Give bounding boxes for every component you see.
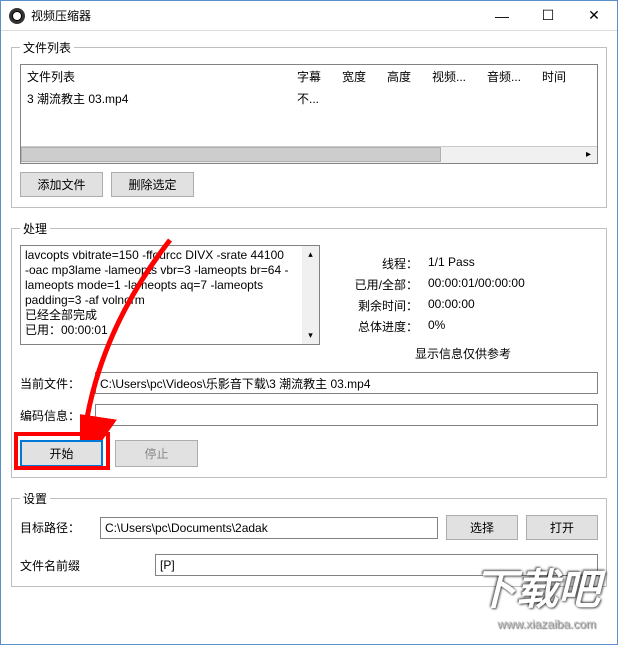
settings-group: 设置 目标路径： 选择 打开 文件名前缀 <box>11 490 607 587</box>
filelist-table[interactable]: 文件列表 字幕 宽度 高度 视频... 音频... 时间 3 潮流教主 03.m… <box>20 64 598 164</box>
watermark-url: www.xiazaiba.com <box>497 617 596 631</box>
app-icon <box>9 8 25 24</box>
filelist-legend: 文件列表 <box>20 39 74 56</box>
start-button[interactable]: 开始 <box>20 440 103 467</box>
horizontal-scrollbar[interactable]: ▸ <box>21 146 597 163</box>
vertical-scrollbar[interactable]: ▴ ▾ <box>302 246 319 344</box>
remain-label: 剩余时间： <box>328 297 428 314</box>
encode-info-label: 编码信息： <box>20 407 95 424</box>
col-height[interactable]: 高度 <box>387 68 432 85</box>
col-subtitle[interactable]: 字幕 <box>297 68 342 85</box>
col-name[interactable]: 文件列表 <box>27 68 297 85</box>
process-group: 处理 lavcopts vbitrate=150 -ffourcc DIVX -… <box>11 220 607 478</box>
col-time[interactable]: 时间 <box>542 68 587 85</box>
scroll-thumb[interactable] <box>21 147 441 162</box>
process-legend: 处理 <box>20 220 50 237</box>
used-label: 已用/全部： <box>328 276 428 293</box>
remain-value: 00:00:00 <box>428 297 598 314</box>
col-width[interactable]: 宽度 <box>342 68 387 85</box>
log-line: lavcopts vbitrate=150 -ffourcc DIVX -sra… <box>25 248 315 263</box>
encode-info-input[interactable] <box>95 404 598 426</box>
close-button[interactable]: ✕ <box>571 1 617 31</box>
log-line: padding=3 -af volnorm <box>25 293 315 308</box>
remove-selected-button[interactable]: 删除选定 <box>111 172 194 197</box>
target-path-input[interactable] <box>100 517 438 539</box>
titlebar: 视频压缩器 — ☐ ✕ <box>1 1 617 31</box>
stats-note: 显示信息仅供参考 <box>328 345 598 362</box>
open-button[interactable]: 打开 <box>526 515 598 540</box>
cell-subtitle: 不... <box>297 90 342 107</box>
log-line: lameopts mode=1 -lameopts aq=7 -lameopts <box>25 278 315 293</box>
add-file-button[interactable]: 添加文件 <box>20 172 103 197</box>
log-line: -oac mp3lame -lameopts vbr=3 -lameopts b… <box>25 263 315 278</box>
settings-legend: 设置 <box>20 490 50 507</box>
cell-name: 3 潮流教主 03.mp4 <box>27 90 297 107</box>
table-row[interactable]: 3 潮流教主 03.mp4 不... <box>21 88 597 109</box>
threads-label: 线程： <box>328 255 428 272</box>
stop-button[interactable]: 停止 <box>115 440 198 467</box>
select-button[interactable]: 选择 <box>446 515 518 540</box>
filelist-header: 文件列表 字幕 宽度 高度 视频... 音频... 时间 <box>21 65 597 88</box>
stats-panel: 线程： 1/1 Pass 已用/全部： 00:00:01/00:00:00 剩余… <box>328 245 598 362</box>
log-line: 已经全部完成 <box>25 308 315 323</box>
maximize-button[interactable]: ☐ <box>525 1 571 31</box>
scroll-down-icon[interactable]: ▾ <box>302 327 319 344</box>
col-video[interactable]: 视频... <box>432 68 487 85</box>
scroll-up-icon[interactable]: ▴ <box>302 246 319 263</box>
progress-value: 0% <box>428 318 598 335</box>
log-textarea[interactable]: lavcopts vbitrate=150 -ffourcc DIVX -sra… <box>20 245 320 345</box>
prefix-label: 文件名前缀 <box>20 557 155 574</box>
log-line: 已用：00:00:01 <box>25 323 315 338</box>
target-path-label: 目标路径： <box>20 519 92 536</box>
progress-label: 总体进度： <box>328 318 428 335</box>
scroll-right-icon[interactable]: ▸ <box>580 147 597 162</box>
current-file-input[interactable] <box>95 372 598 394</box>
threads-value: 1/1 Pass <box>428 255 598 272</box>
minimize-button[interactable]: — <box>479 1 525 31</box>
filelist-group: 文件列表 文件列表 字幕 宽度 高度 视频... 音频... 时间 3 潮流教主… <box>11 39 607 208</box>
used-value: 00:00:01/00:00:00 <box>428 276 598 293</box>
current-file-label: 当前文件： <box>20 375 95 392</box>
window-title: 视频压缩器 <box>31 7 91 24</box>
col-audio[interactable]: 音频... <box>487 68 542 85</box>
prefix-input[interactable] <box>155 554 598 576</box>
